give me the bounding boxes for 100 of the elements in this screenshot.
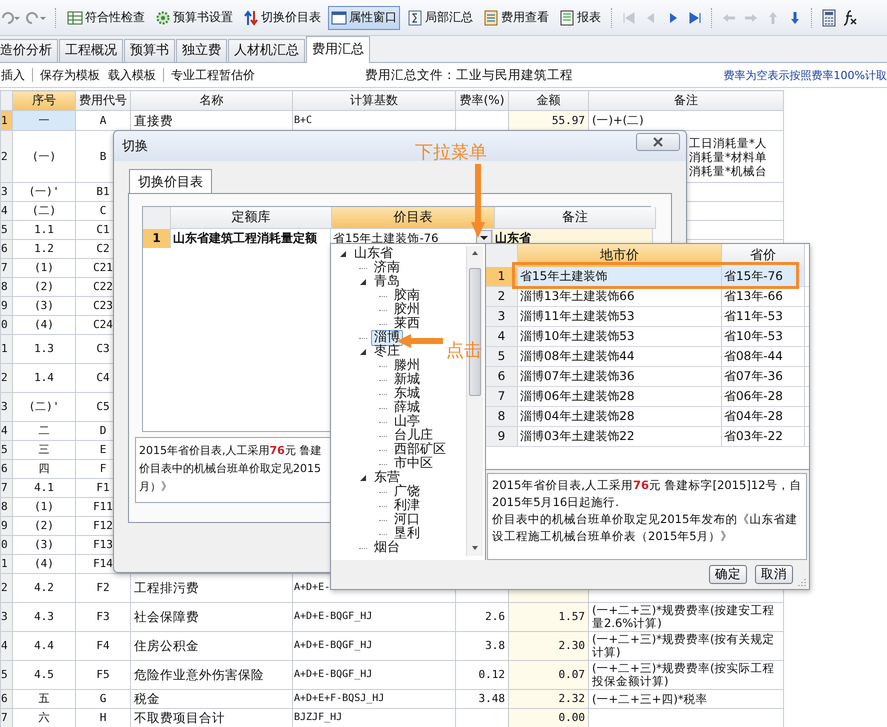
table-cell[interactable]: 淄博06年土建装饰28: [518, 387, 722, 406]
table-cell[interactable]: 省13年-66: [722, 287, 805, 306]
serial-cell: 4.1: [34, 481, 54, 494]
column-header[interactable]: 备注: [495, 207, 656, 229]
description-text: 价目表中的机械台班单价取定见2015: [139, 461, 321, 477]
tab[interactable]: 独立费: [176, 39, 227, 62]
column-header[interactable]: 备注: [588, 90, 784, 110]
column-header[interactable]: 费率(%): [456, 90, 508, 110]
column-header[interactable]: 序号: [12, 90, 76, 110]
tree-item[interactable]: 烟台: [371, 540, 403, 556]
scrollbar[interactable]: [466, 246, 483, 556]
dialog-button[interactable]: 确定: [709, 565, 747, 584]
serial-cell: (1): [34, 500, 54, 513]
serial-cell: 五: [38, 692, 50, 705]
table-cell[interactable]: 淄博03年土建装饰22: [518, 427, 722, 446]
toolbar-button[interactable]: 预算书设置: [152, 6, 236, 30]
calculator-icon[interactable]: [820, 8, 838, 26]
row-number: 5: [0, 440, 12, 460]
row-number: 4: [0, 422, 12, 440]
gear-icon: [155, 10, 171, 26]
undo-icon[interactable]: [0, 10, 22, 26]
code-cell: F1: [96, 481, 110, 494]
tree-item[interactable]: 西部矿区: [391, 442, 449, 458]
remark-cell: (一+二+三)*规费费率(按建安工程量2.6%计算): [592, 604, 774, 630]
column-header[interactable]: 金额: [508, 90, 588, 110]
table-cell[interactable]: 省03年-22: [722, 427, 805, 446]
expand-triangle-icon[interactable]: [339, 250, 347, 258]
description-text: 2015年省价目表,人工采用76元 鲁建标字[2015]12号，自2015年5月16日起施行. 价目表中的机械台班单价取定见2015年发布的《山东省建设工程施工机械台班单价表（2015年5月）》: [487, 473, 807, 560]
expand-triangle-icon[interactable]: [359, 278, 367, 286]
table-cell[interactable]: 省15年土建装饰: [518, 267, 722, 286]
table-cell[interactable]: 省06年-28: [722, 387, 805, 406]
table-cell[interactable]: 省11年-53: [722, 307, 805, 326]
row-number: 6: [0, 240, 12, 258]
table-cell[interactable]: 淄博08年土建装饰44: [518, 347, 722, 366]
row-number: 4: [0, 632, 12, 660]
rate-note: 费率为空表示按照费率100%计取: [724, 68, 887, 82]
table-cell[interactable]: 淄博04年土建装饰28: [518, 407, 722, 426]
redo-icon[interactable]: [26, 10, 48, 26]
code-cell: F4: [96, 639, 110, 652]
toolbar-button[interactable]: 属性窗口: [328, 6, 400, 30]
column-header[interactable]: 定额库: [171, 207, 332, 229]
table-cell[interactable]: 省10年-53: [722, 327, 805, 346]
base-cell: A+D+E+F-BQSJ_HJ: [294, 693, 384, 704]
row-number: 3: [0, 182, 12, 202]
table-cell[interactable]: 省07年-36: [722, 367, 805, 386]
row-number: 9: [0, 296, 12, 316]
serial-cell: (2): [34, 280, 54, 293]
row-number: 1: [0, 334, 12, 364]
column-header[interactable]: 计算基数: [292, 90, 456, 110]
expand-triangle-icon[interactable]: [359, 474, 367, 482]
toolbar-action[interactable]: 保存为模板: [36, 66, 104, 84]
document-icon: [559, 10, 575, 26]
dialog-button[interactable]: 取消: [755, 565, 793, 584]
row-number: 6: [486, 367, 518, 386]
code-cell: F: [100, 462, 106, 475]
serial-cell: 1.2: [34, 242, 54, 255]
code-cell: C21: [93, 261, 113, 274]
header-corner: [143, 207, 171, 229]
row-number: 8: [0, 498, 12, 516]
table-cell[interactable]: 淄博13年土建装饰66: [518, 287, 722, 306]
tree-item[interactable]: 河口: [391, 512, 423, 528]
toolbar-action[interactable]: 载入模板: [104, 66, 160, 84]
serial-cell: (3): [34, 299, 54, 312]
table-cell[interactable]: 淄博10年土建装饰53: [518, 327, 722, 346]
resize-grip-icon[interactable]: [797, 577, 807, 587]
toolbar-action[interactable]: 专业工程暂估价: [167, 66, 259, 84]
table-cell[interactable]: 省04年-28: [722, 407, 805, 426]
tree-item[interactable]: 枣庄: [371, 344, 403, 360]
tree-item[interactable]: 利津: [391, 498, 423, 514]
toolbar-button[interactable]: 局部汇总: [404, 6, 476, 30]
column-header[interactable]: 价目表: [332, 207, 495, 229]
toolbar-button[interactable]: 费用查看: [480, 6, 552, 30]
tree-item[interactable]: 东营: [371, 470, 403, 486]
tab[interactable]: 人材机汇总: [228, 39, 305, 62]
tab[interactable]: 预算书: [124, 39, 175, 62]
tab[interactable]: 切换价目表: [129, 169, 212, 193]
table-cell[interactable]: 淄博07年土建装饰36: [518, 367, 722, 386]
remark-cell: (一+二+三)*规费费率(按有关规定计算): [592, 632, 774, 659]
column-header[interactable]: 费用代号: [76, 90, 130, 110]
table-cell[interactable]: 省15年-76: [722, 267, 805, 286]
tab[interactable]: 造价分析: [0, 39, 58, 62]
toolbar-action[interactable]: 插入: [0, 66, 29, 84]
tab[interactable]: 费用汇总: [306, 36, 370, 63]
code-cell: C1: [96, 223, 110, 236]
row-number: 6: [0, 690, 12, 708]
tab[interactable]: 工程概况: [59, 39, 123, 62]
expand-triangle-icon[interactable]: [359, 348, 367, 356]
table-cell[interactable]: 省08年-44: [722, 347, 805, 366]
serial-cell: 1.3: [34, 342, 54, 355]
table-cell[interactable]: 淄博11年土建装饰53: [518, 307, 722, 326]
tree-item[interactable]: 垦利: [391, 526, 423, 542]
toolbar-button[interactable]: 报表: [556, 6, 604, 30]
toolbar-button[interactable]: 符合性检查: [64, 6, 148, 30]
toolbar-button[interactable]: 切换价目表: [240, 6, 324, 30]
column-header[interactable]: 名称: [130, 90, 292, 110]
dialog-title: 切换: [122, 138, 148, 155]
serial-cell: (一)': [28, 185, 60, 198]
close-button[interactable]: [636, 133, 680, 151]
code-cell: F3: [96, 610, 110, 623]
row-number: 9: [0, 516, 12, 536]
